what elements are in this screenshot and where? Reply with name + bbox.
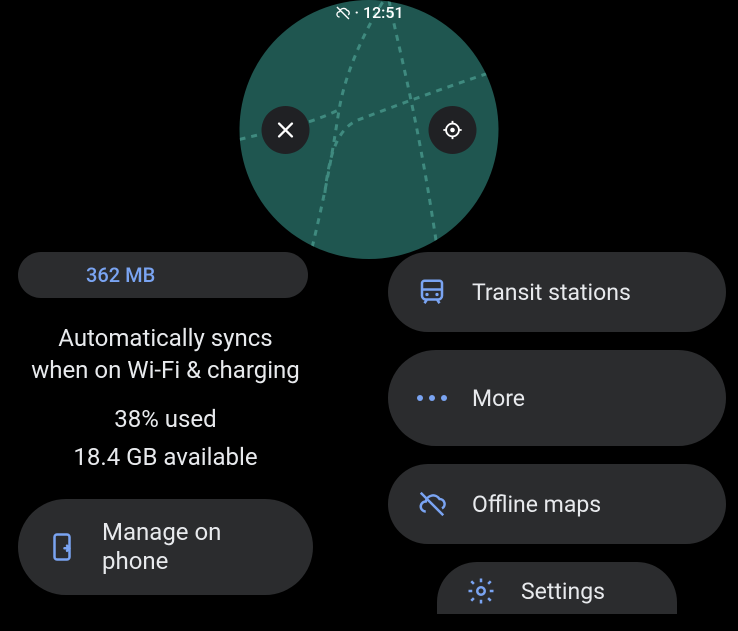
offline-maps-button[interactable]: Offline maps	[388, 464, 726, 544]
storage-available: 18.4 GB available	[18, 443, 313, 471]
manage-on-phone-button[interactable]: Manage on phone	[18, 499, 313, 595]
status-separator: ·	[354, 3, 359, 22]
close-button[interactable]	[262, 106, 310, 154]
transit-stations-button[interactable]: Transit stations	[388, 252, 726, 332]
cloud-off-icon	[416, 489, 448, 519]
gear-icon	[465, 576, 497, 606]
cloud-off-icon	[334, 5, 350, 21]
status-time: 12:51	[363, 3, 404, 22]
actions-panel: Transit stations More Offline maps Setti…	[388, 252, 726, 614]
train-icon	[416, 277, 448, 307]
storage-item-chip[interactable]: 362 MB	[18, 252, 308, 298]
manage-on-phone-label: Manage on phone	[102, 518, 221, 576]
more-button[interactable]: More	[388, 350, 726, 446]
settings-label: Settings	[521, 578, 605, 605]
my-location-icon	[442, 119, 464, 141]
more-label: More	[472, 385, 525, 412]
storage-panel: 362 MB Automatically syncs when on Wi-Fi…	[18, 252, 313, 613]
watch-face-map: · 12:51	[240, 0, 499, 259]
storage-item-size: 362 MB	[86, 263, 155, 287]
settings-button[interactable]: Settings	[437, 562, 677, 614]
sync-description: Automatically syncs when on Wi-Fi & char…	[18, 322, 313, 387]
phone-icon	[46, 532, 78, 562]
offline-maps-label: Offline maps	[472, 491, 601, 518]
my-location-button[interactable]	[429, 106, 477, 154]
storage-used: 38% used	[18, 405, 313, 433]
more-icon	[416, 395, 448, 401]
close-icon	[275, 119, 297, 141]
transit-stations-label: Transit stations	[472, 279, 631, 306]
status-bar: · 12:51	[334, 3, 403, 22]
